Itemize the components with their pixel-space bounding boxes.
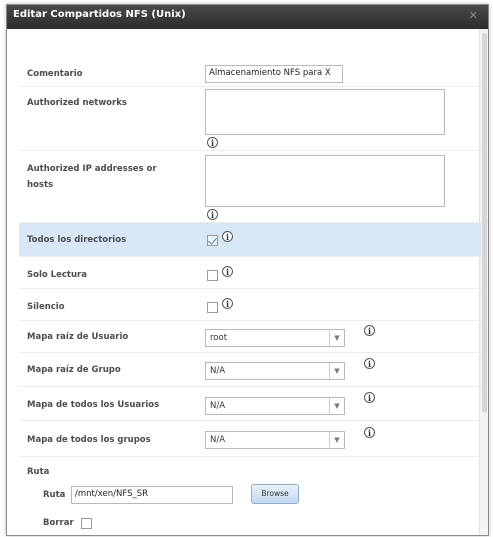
- info-icon[interactable]: i: [207, 209, 218, 220]
- maproot-group-value: N/A: [210, 366, 226, 376]
- delete-label: Borrar: [43, 518, 74, 528]
- nfs-share-dialog: Editar Compartidos NFS (Unix) ✕ Comentar…: [6, 4, 489, 536]
- maproot-user-select[interactable]: root ▼: [205, 329, 345, 347]
- maproot-group-label: Mapa raíz de Grupo: [27, 365, 121, 375]
- read-only-checkbox[interactable]: [207, 270, 218, 281]
- close-icon[interactable]: ✕: [469, 9, 478, 22]
- authorized-networks-label: Authorized networks: [27, 98, 127, 108]
- dialog-title: Editar Compartidos NFS (Unix): [13, 9, 186, 20]
- chevron-down-icon: ▼: [329, 432, 344, 448]
- row-maproot-group: Mapa raíz de Grupo N/A ▼ i: [19, 353, 481, 387]
- browse-button[interactable]: Browse: [251, 484, 299, 504]
- mapall-user-select[interactable]: N/A ▼: [205, 397, 345, 415]
- authorized-networks-textarea[interactable]: [205, 89, 445, 135]
- authorized-ip-textarea[interactable]: [205, 155, 445, 207]
- mapall-group-value: N/A: [210, 435, 226, 445]
- row-authorized-ip: Authorized IP addresses or hosts i: [19, 153, 481, 223]
- maproot-group-select[interactable]: N/A ▼: [205, 362, 345, 380]
- all-directories-label: Todos los directorios: [27, 235, 127, 245]
- chevron-down-icon: ▼: [329, 363, 344, 379]
- row-mapall-group: Mapa de todos los grupos N/A ▼ i: [19, 421, 481, 457]
- path-legend: Ruta: [27, 467, 50, 477]
- info-icon[interactable]: i: [222, 266, 233, 277]
- row-quiet: Silencio i: [19, 289, 481, 321]
- row-read-only: Solo Lectura i: [19, 257, 481, 289]
- scrollbar-thumb[interactable]: [482, 33, 487, 413]
- authorized-ip-label: Authorized IP addresses or hosts: [27, 164, 157, 190]
- info-icon[interactable]: i: [207, 137, 218, 148]
- read-only-label: Solo Lectura: [27, 270, 87, 280]
- info-icon[interactable]: i: [222, 231, 233, 242]
- info-icon[interactable]: i: [222, 298, 233, 309]
- chevron-down-icon: ▼: [329, 398, 344, 414]
- row-mapall-user: Mapa de todos los Usuarios N/A ▼ i: [19, 387, 481, 421]
- all-directories-checkbox[interactable]: [207, 235, 218, 246]
- mapall-group-label: Mapa de todos los grupos: [27, 435, 151, 445]
- quiet-label: Silencio: [27, 302, 65, 312]
- dialog-titlebar[interactable]: Editar Compartidos NFS (Unix) ✕: [7, 5, 488, 29]
- maproot-user-label: Mapa raíz de Usuario: [27, 332, 129, 342]
- mapall-user-value: N/A: [210, 401, 226, 411]
- row-all-directories: Todos los directorios i: [19, 223, 481, 257]
- path-fieldset: Ruta Ruta /mnt/xen/NFS_SR Browse Borrar: [25, 467, 465, 537]
- delete-checkbox[interactable]: [81, 518, 92, 529]
- row-authorized-networks: Authorized networks i: [19, 87, 481, 151]
- comment-label: Comentario: [27, 69, 83, 79]
- maproot-user-value: root: [210, 333, 228, 343]
- info-icon[interactable]: i: [364, 358, 375, 369]
- comment-input[interactable]: Almacenamiento NFS para X: [205, 65, 343, 83]
- info-icon[interactable]: i: [364, 325, 375, 336]
- dialog-content: Comentario Almacenamiento NFS para X Aut…: [7, 29, 488, 535]
- info-icon[interactable]: i: [364, 392, 375, 403]
- mapall-group-select[interactable]: N/A ▼: [205, 431, 345, 449]
- info-icon[interactable]: i: [364, 427, 375, 438]
- path-input[interactable]: /mnt/xen/NFS_SR: [71, 486, 233, 504]
- path-label: Ruta: [43, 490, 66, 500]
- row-comment: Comentario Almacenamiento NFS para X: [19, 61, 481, 87]
- row-maproot-user: Mapa raíz de Usuario root ▼ i: [19, 321, 481, 353]
- mapall-user-label: Mapa de todos los Usuarios: [27, 400, 160, 410]
- quiet-checkbox[interactable]: [207, 302, 218, 313]
- chevron-down-icon: ▼: [329, 330, 344, 346]
